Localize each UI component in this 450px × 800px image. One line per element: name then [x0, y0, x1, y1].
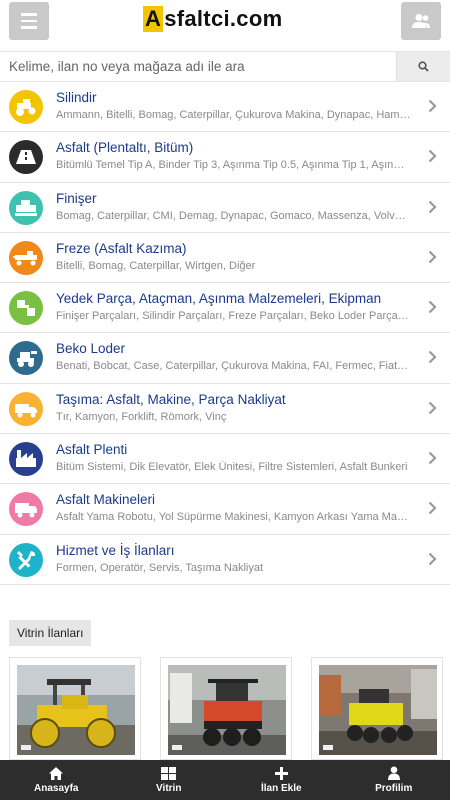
chevron-right-icon: [428, 150, 437, 163]
nav-add-listing-label: İlan Ekle: [260, 782, 302, 794]
category-subtitle: Ammann, Bitelli, Bomag, Caterpillar, Çuk…: [56, 109, 411, 121]
search-icon: [418, 61, 429, 72]
nav-vitrin-label: Vitrin: [156, 782, 182, 794]
vitrin-card[interactable]: [9, 657, 141, 760]
plus-icon: [274, 766, 288, 780]
search-input[interactable]: [0, 52, 396, 81]
chevron-right-icon: [428, 99, 437, 113]
category-title: Taşıma: Asfalt, Makine, Parça Nakliyat: [56, 391, 286, 407]
tools-icon: [9, 542, 43, 577]
category-title: Yedek Parça, Ataçman, Aşınma Malzemeleri…: [56, 291, 382, 307]
asphalt-icon: [9, 140, 43, 175]
category-subtitle: Bitüm Sistemi, Dik Elevatör, Elek Ünites…: [56, 461, 408, 474]
bottom-navigation: Anasayfa Vitrin İlan Ekle Profilim: [0, 760, 450, 800]
category-title: Asfalt (Plentaltı, Bitüm): [56, 140, 194, 156]
chevron-right-icon: [428, 250, 437, 264]
listing-photo: [17, 665, 135, 755]
category-title: Beko Loder: [56, 341, 126, 357]
roller-icon: [9, 90, 43, 124]
chevron-right-icon: [428, 451, 437, 465]
nav-home-label: Anasayfa: [34, 782, 79, 794]
users-icon: [412, 14, 430, 28]
category-title: Asfalt Plenti: [56, 442, 128, 458]
menu-button[interactable]: [9, 2, 49, 40]
vitrin-card[interactable]: [311, 657, 443, 760]
category-item[interactable]: Asfalt Plenti Bitüm Sistemi, Dik Elevatör…: [0, 434, 450, 485]
category-item[interactable]: Freze (Asfalt Kazıma) Bitelli, Bomag, Cat…: [0, 233, 450, 284]
category-title: Hizmet ve İş İlanları: [56, 542, 175, 558]
nav-profile-label: Profilim: [375, 783, 413, 794]
chevron-right-icon: [428, 200, 437, 213]
category-subtitle: Formen, Operatör, Servis, Taşıma Nakliya…: [56, 561, 264, 574]
chevron-right-icon: [428, 401, 437, 415]
grid-icon: [161, 766, 177, 780]
nav-home[interactable]: Anasayfa: [0, 760, 113, 800]
category-item[interactable]: Silindir Ammann, Bitelli, Bomag, Caterpil…: [0, 82, 450, 133]
chevron-right-icon: [428, 300, 437, 314]
vitrin-heading: Vitrin İlanları: [9, 620, 92, 646]
plant-icon: [9, 442, 43, 477]
category-subtitle: Bitümlü Temel Tip A, Binder Tip 3, Aşınm…: [56, 159, 411, 172]
chevron-right-icon: [428, 552, 437, 565]
category-subtitle: Bitelli, Bomag, Caterpillar, Wirtgen, Di…: [56, 259, 256, 272]
site-logo[interactable]: Asfaltci.com: [143, 6, 282, 32]
chevron-right-icon: [428, 502, 437, 515]
category-list: Silindir Ammann, Bitelli, Bomag, Caterpil…: [0, 82, 450, 585]
chevron-right-icon: [428, 351, 437, 364]
truck-icon: [9, 391, 43, 426]
header: Asfaltci.com: [0, 0, 450, 44]
loader-icon: [9, 341, 43, 376]
vitrin-card[interactable]: [160, 657, 292, 760]
hamburger-icon: [21, 13, 37, 16]
search-bar: [0, 51, 450, 82]
machine-icon: [9, 492, 43, 527]
category-item[interactable]: Hizmet ve İş İlanları Formen, Operatör, S…: [0, 535, 450, 585]
category-subtitle: Finişer Parçaları, Silindir Parçaları, F…: [56, 310, 411, 323]
category-title: Silindir: [56, 90, 97, 105]
category-title: Freze (Asfalt Kazıma): [56, 240, 187, 256]
milling-icon: [9, 240, 43, 275]
paver-icon: [9, 190, 43, 225]
category-subtitle: Bomag, Caterpillar, CMI, Demag, Dynapac,…: [56, 209, 411, 222]
category-subtitle: Tır, Kamyon, Forklift, Römork, Vinç: [56, 410, 227, 423]
home-icon: [49, 766, 64, 780]
user-icon: [387, 766, 400, 780]
category-item[interactable]: Asfalt Makineleri Asfalt Yama Robotu, Yol…: [0, 484, 450, 535]
nav-vitrin[interactable]: Vitrin: [113, 760, 226, 800]
search-button[interactable]: [396, 52, 450, 81]
category-item[interactable]: Taşıma: Asfalt, Makine, Parça Nakliyat Tı…: [0, 384, 450, 435]
category-subtitle: Benati, Bobcat, Case, Caterpillar, Çukur…: [56, 360, 411, 373]
vitrin-cards: [9, 657, 450, 760]
category-item[interactable]: Finişer Bomag, Caterpillar, CMI, Demag, D…: [0, 183, 450, 233]
category-title: Asfalt Makineleri: [56, 492, 156, 508]
profile-button[interactable]: [401, 2, 441, 40]
nav-profile[interactable]: Profilim: [338, 760, 450, 800]
parts-icon: [9, 291, 43, 326]
category-subtitle: Asfalt Yama Robotu, Yol Süpürme Makinesi…: [56, 511, 411, 524]
listing-photo: [168, 665, 286, 755]
category-item[interactable]: Beko Loder Benati, Bobcat, Case, Caterpil…: [0, 333, 450, 384]
category-title: Finişer: [56, 190, 97, 206]
category-item[interactable]: Yedek Parça, Ataçman, Aşınma Malzemeleri…: [0, 283, 450, 334]
listing-photo: [319, 665, 437, 755]
category-item[interactable]: Asfalt (Plentaltı, Bitüm) Bitümlü Temel T…: [0, 132, 450, 183]
nav-add-listing[interactable]: İlan Ekle: [225, 760, 338, 800]
